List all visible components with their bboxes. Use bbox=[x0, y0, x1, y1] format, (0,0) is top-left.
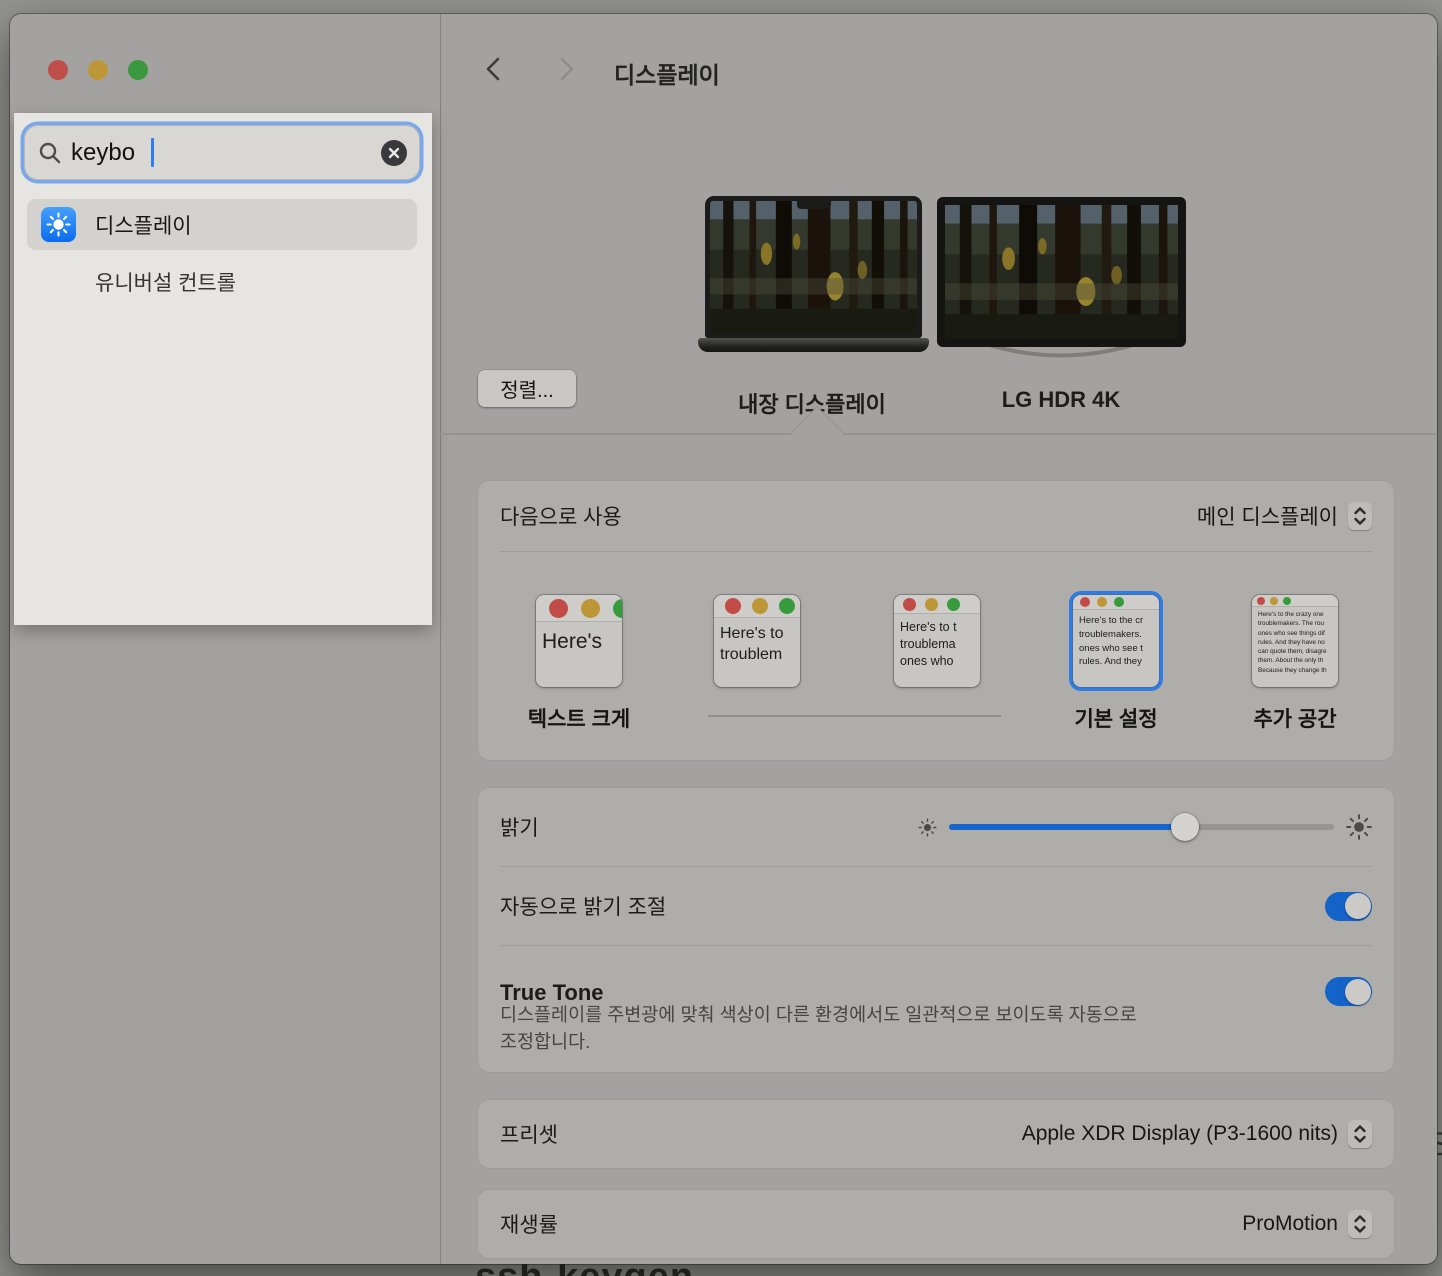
zoom-window-button[interactable] bbox=[128, 60, 148, 80]
refresh-rate-select[interactable]: ProMotion bbox=[1242, 1210, 1372, 1238]
brightness-row: 밝기 bbox=[478, 788, 1394, 866]
mini-window-text: Here's to troublem bbox=[714, 618, 800, 669]
preset-stepper[interactable] bbox=[1348, 1120, 1372, 1148]
text-cursor bbox=[151, 138, 154, 167]
external-display-label: LG HDR 4K bbox=[931, 387, 1191, 413]
sun-bright-icon bbox=[1346, 814, 1372, 840]
brightness-slider[interactable] bbox=[949, 813, 1334, 841]
auto-brightness-row: 자동으로 밝기 조절 bbox=[478, 867, 1394, 945]
page-title: 디스플레이 bbox=[614, 56, 720, 90]
use-as-select[interactable]: 메인 디스플레이 bbox=[1197, 501, 1372, 531]
laptop-base bbox=[698, 338, 929, 352]
text-size-option-larger-text[interactable]: Here's bbox=[536, 595, 622, 687]
sun-dim-icon bbox=[918, 818, 937, 837]
auto-brightness-toggle[interactable] bbox=[1325, 892, 1372, 921]
arrange-displays-button[interactable]: 정렬... bbox=[478, 370, 576, 407]
mini-window-text: Here's bbox=[536, 622, 622, 657]
forward-button[interactable] bbox=[552, 55, 580, 83]
sidebar-divider bbox=[440, 14, 441, 1264]
preset-row: 프리셋 Apple XDR Display (P3-1600 nits) bbox=[478, 1100, 1394, 1168]
use-as-value: 메인 디스플레이 bbox=[1197, 501, 1338, 531]
preset-select[interactable]: Apple XDR Display (P3-1600 nits) bbox=[1022, 1120, 1372, 1148]
search-icon bbox=[38, 141, 62, 165]
display-mode-card: 다음으로 사용 메인 디스플레이 Here's Here bbox=[478, 481, 1394, 760]
text-size-option-more-space[interactable]: Here's to the crazy one troublemakers. T… bbox=[1252, 595, 1338, 687]
chevron-up-down-icon bbox=[1353, 1124, 1367, 1144]
true-tone-toggle[interactable] bbox=[1325, 977, 1372, 1006]
text-size-option-2[interactable]: Here's to troublem bbox=[714, 595, 800, 687]
card-divider bbox=[500, 551, 1372, 552]
mini-window-titlebar bbox=[894, 595, 980, 614]
search-results-panel: 디스플레이 유니버설 컨트롤 bbox=[14, 113, 432, 625]
mini-window-titlebar bbox=[1252, 595, 1338, 607]
true-tone-description: 디스플레이를 주변광에 맞춰 색상이 다른 환경에서도 일관적으로 보이도록 자… bbox=[500, 1002, 1290, 1056]
true-tone-row: True Tone bbox=[478, 946, 1394, 1006]
text-size-label-default: 기본 설정 bbox=[1016, 703, 1216, 733]
chevron-up-down-icon bbox=[1353, 506, 1367, 526]
slider-fill bbox=[949, 824, 1185, 830]
refresh-rate-value: ProMotion bbox=[1242, 1212, 1338, 1236]
window-controls bbox=[48, 60, 148, 80]
laptop-notch bbox=[797, 201, 831, 209]
auto-brightness-label: 자동으로 밝기 조절 bbox=[500, 891, 666, 921]
chevron-up-down-icon bbox=[1353, 1214, 1367, 1234]
refresh-rate-label: 재생률 bbox=[500, 1209, 558, 1239]
display-settings-icon bbox=[41, 207, 76, 242]
brightness-label: 밝기 bbox=[500, 812, 539, 842]
external-display-thumbnail[interactable] bbox=[937, 197, 1186, 347]
mini-window-titlebar bbox=[714, 595, 800, 618]
builtin-display-thumbnail[interactable] bbox=[705, 196, 922, 338]
text-size-label-more-space: 추가 공간 bbox=[1195, 703, 1395, 733]
minimize-window-button[interactable] bbox=[88, 60, 108, 80]
mini-window-titlebar bbox=[1073, 595, 1159, 610]
toggle-knob bbox=[1345, 979, 1371, 1005]
mini-window-text: Here's to the cr troublemakers. ones who… bbox=[1073, 610, 1159, 672]
use-as-label: 다음으로 사용 bbox=[500, 501, 622, 531]
search-result-displays[interactable]: 디스플레이 bbox=[27, 199, 417, 250]
search-result-label: 디스플레이 bbox=[95, 210, 192, 240]
refresh-rate-stepper[interactable] bbox=[1348, 1210, 1372, 1238]
mini-window-titlebar bbox=[536, 595, 622, 622]
system-settings-window: 디스플레이 유니버설 컨트롤 디스플레이 bbox=[10, 14, 1437, 1264]
brightness-card: 밝기 bbox=[478, 788, 1394, 1072]
back-button[interactable] bbox=[480, 55, 508, 83]
slider-knob[interactable] bbox=[1171, 813, 1199, 841]
preset-value: Apple XDR Display (P3-1600 nits) bbox=[1022, 1122, 1338, 1146]
toggle-knob bbox=[1345, 893, 1371, 919]
search-input[interactable] bbox=[71, 139, 311, 167]
content-divider bbox=[440, 433, 1437, 435]
text-size-option-3[interactable]: Here's to t troublema ones who bbox=[894, 595, 980, 687]
clear-search-button[interactable] bbox=[381, 140, 407, 166]
text-size-label-larger: 텍스트 크게 bbox=[479, 703, 679, 733]
use-as-row: 다음으로 사용 메인 디스플레이 bbox=[478, 481, 1394, 551]
builtin-display-wallpaper bbox=[710, 201, 917, 333]
external-display-wallpaper bbox=[945, 205, 1178, 339]
refresh-rate-card: 재생률 ProMotion bbox=[478, 1190, 1394, 1258]
preset-card: 프리셋 Apple XDR Display (P3-1600 nits) bbox=[478, 1100, 1394, 1168]
preset-label: 프리셋 bbox=[500, 1119, 558, 1149]
close-window-button[interactable] bbox=[48, 60, 68, 80]
search-field[interactable] bbox=[24, 125, 420, 180]
use-as-stepper[interactable] bbox=[1348, 502, 1372, 530]
clear-x-icon bbox=[387, 146, 401, 160]
text-size-connector-line bbox=[708, 715, 1001, 717]
search-result-universal-control[interactable]: 유니버설 컨트롤 bbox=[27, 256, 417, 307]
mini-window-text: Here's to t troublema ones who bbox=[894, 614, 980, 673]
refresh-rate-row: 재생률 ProMotion bbox=[478, 1190, 1394, 1258]
text-size-option-default[interactable]: Here's to the cr troublemakers. ones who… bbox=[1073, 595, 1159, 687]
search-result-label: 유니버설 컨트롤 bbox=[95, 267, 236, 297]
mini-window-text: Here's to the crazy one troublemakers. T… bbox=[1252, 607, 1338, 678]
